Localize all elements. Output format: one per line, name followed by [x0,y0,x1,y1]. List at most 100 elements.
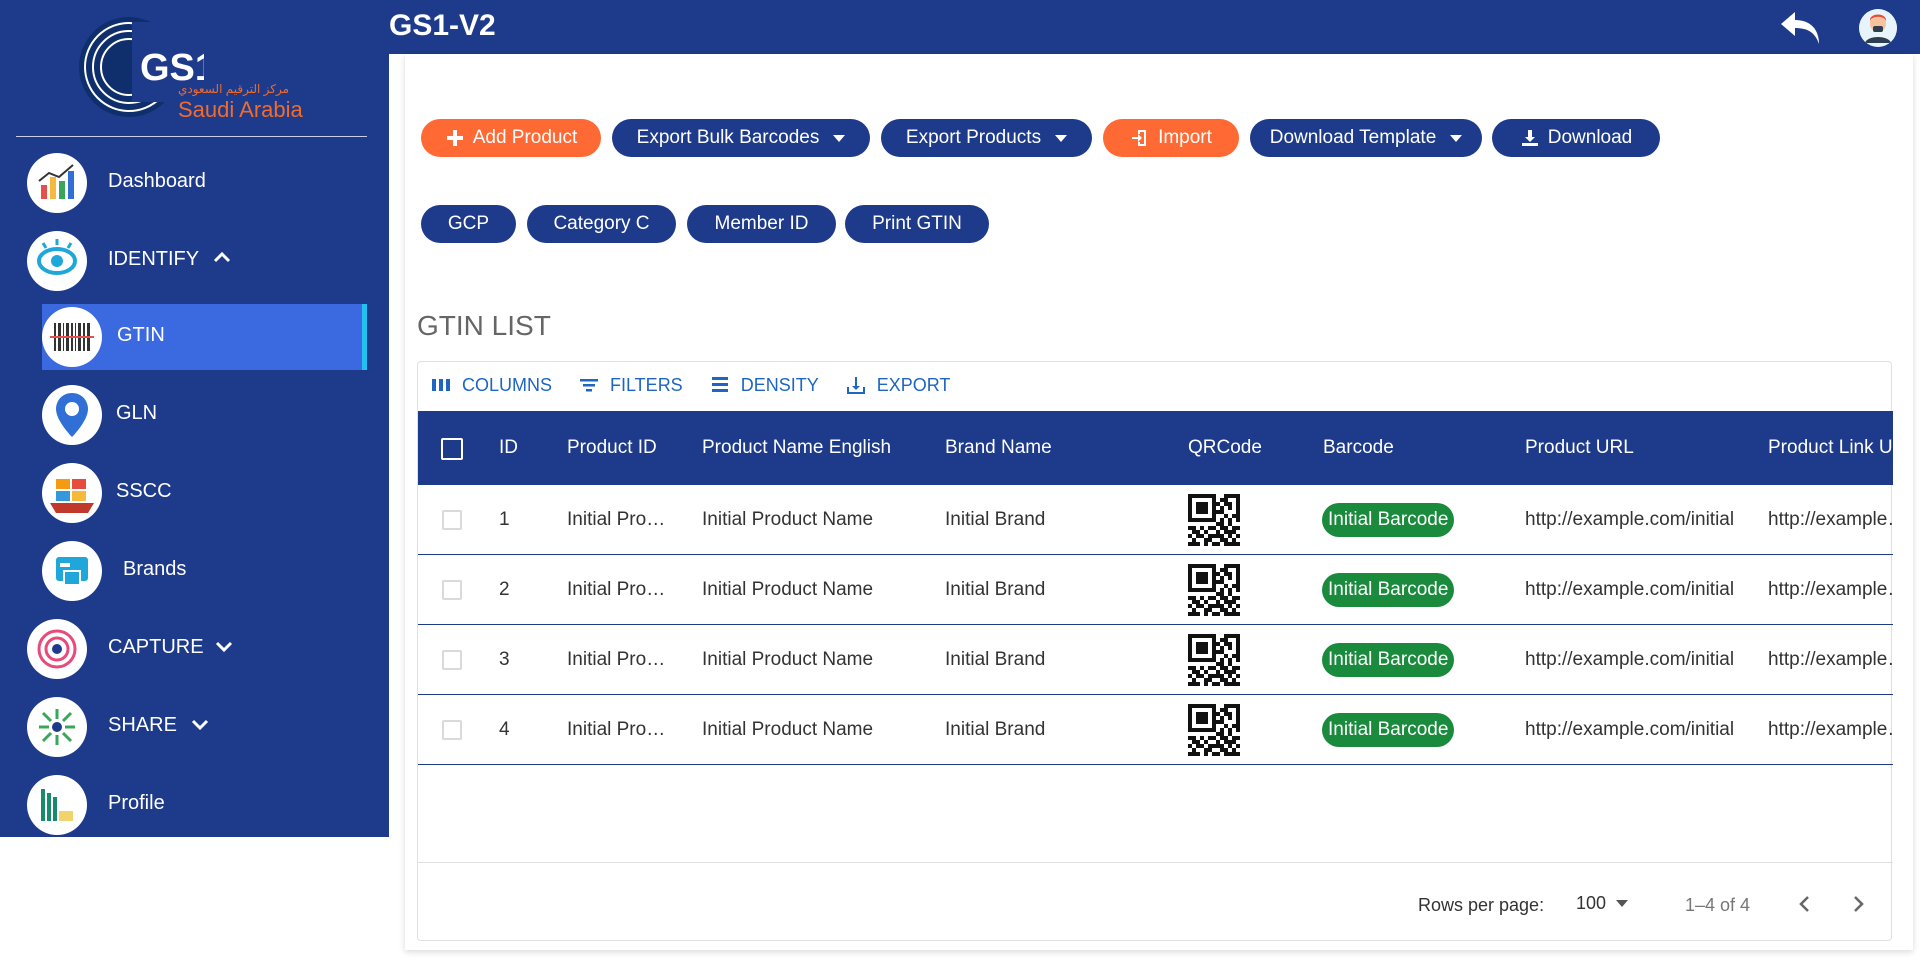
cell-product-link[interactable]: http://example… [1768,509,1893,531]
caret-down-icon [1450,134,1463,142]
barcode-badge[interactable]: Initial Barcode [1322,643,1455,677]
cell-brand-name: Initial Brand [945,719,1046,740]
cell-product-name: Initial Product Name [702,649,874,670]
sidebar-item-capture[interactable]: CAPTURE [0,616,389,682]
export-bulk-barcodes-button[interactable]: Export Bulk Barcodes [612,119,870,157]
export-button[interactable]: EXPORT [845,370,951,400]
rows-per-page-select[interactable]: 100 [1576,893,1629,914]
cell-product-id: Initial Pro… [567,649,666,670]
caret-down-icon [1616,900,1629,907]
barcode-badge[interactable]: Initial Barcode [1322,503,1455,537]
cell-product-link[interactable]: http://example… [1768,719,1893,741]
sidebar-item-profile[interactable]: Profile [0,772,389,838]
barcode-badge[interactable]: Initial Barcode [1322,573,1455,607]
cell-id: 3 [499,649,510,670]
columns-label: COLUMNS [462,374,553,395]
cell-product-url[interactable]: http://example.com/initial [1525,719,1734,741]
sidebar-item-identify[interactable]: IDENTIFY [0,228,389,294]
dashboard-chart-icon [27,153,87,213]
table-row[interactable]: 3 Initial Pro… Initial Product Name Initial… [418,625,1893,695]
row-checkbox[interactable] [442,510,462,530]
filter-icon [580,379,599,392]
filters-button[interactable]: FILTERS [578,370,683,400]
chevron-left-icon[interactable] [1793,892,1817,916]
column-header-qrcode[interactable]: QRCode [1188,437,1262,459]
sidebar-item-share[interactable]: SHARE [0,694,389,760]
location-pin-icon [42,385,102,445]
table-row[interactable]: 4 Initial Pro… Initial Product Name Initial… [418,695,1893,765]
avatar-icon [1859,9,1897,47]
top-app-bar: GS1-V2 [389,0,1920,54]
import-file-icon [1132,130,1147,146]
sidebar-item-gln[interactable]: GLN [0,382,389,448]
chevron-down-icon[interactable] [212,634,236,658]
cell-brand-name: Initial Brand [945,509,1046,530]
caret-down-icon [833,134,846,142]
row-checkbox[interactable] [442,650,462,670]
active-indicator [362,304,367,370]
cell-product-url[interactable]: http://example.com/initial [1525,579,1734,601]
column-header-product-id[interactable]: Product ID [567,437,657,459]
column-header-brand-name[interactable]: Brand Name [945,437,1052,459]
download-template-button[interactable]: Download Template [1250,119,1482,157]
sidebar-divider [16,136,367,137]
export-icon [846,377,865,394]
cell-product-id: Initial Pro… [567,509,666,530]
row-checkbox[interactable] [442,580,462,600]
member-id-filter-button[interactable]: Member ID [687,205,836,243]
sidebar-item-label: SSCC [116,480,172,502]
rows-per-page-label: Rows per page: [1418,895,1545,915]
column-header-product-url[interactable]: Product URL [1525,437,1634,459]
export-products-button[interactable]: Export Products [881,119,1092,157]
density-button[interactable]: DENSITY [709,370,819,400]
column-header-id[interactable]: ID [499,437,518,459]
import-button[interactable]: Import [1103,119,1239,157]
cell-product-link[interactable]: http://example… [1768,579,1893,601]
barcode-badge[interactable]: Initial Barcode [1322,713,1455,747]
barcode-icon [42,307,102,367]
user-avatar[interactable] [1859,9,1897,47]
cell-product-url[interactable]: http://example.com/initial [1525,649,1734,671]
app-title: GS1-V2 [389,9,496,42]
sidebar-item-gtin[interactable]: GTIN [0,304,389,370]
column-header-product-name[interactable]: Product Name English [702,437,891,459]
download-button[interactable]: Download [1492,119,1660,157]
column-header-product-link[interactable]: Product Link U [1768,437,1893,459]
qr-code-image [1188,634,1240,686]
column-header-barcode[interactable]: Barcode [1323,437,1394,459]
share-arrows-icon [27,697,87,757]
sidebar-item-sscc[interactable]: SSCC [0,460,389,526]
table-row[interactable]: 2 Initial Pro… Initial Product Name Initial… [418,555,1893,625]
gcp-label: GCP [447,213,490,234]
columns-button[interactable]: COLUMNS [430,370,552,400]
gs1-logo[interactable]: GS1 مركز الترقيم السعودي Saudi Arabia [74,12,314,122]
logo-arabic-name: مركز الترقيم السعودي [178,82,290,96]
add-product-button[interactable]: Add Product [421,119,601,157]
grid-footer: Rows per page: 100 1–4 of 4 [418,862,1893,942]
sidebar-item-label: Profile [108,792,165,814]
sidebar-item-brands[interactable]: Brands [0,538,389,604]
export-label: EXPORT [876,374,951,395]
row-checkbox[interactable] [442,720,462,740]
category-c-label: Category C [553,213,650,234]
gtin-list-title: GTIN LIST [417,310,551,341]
export-products-label: Export Products [905,127,1042,148]
cell-product-url[interactable]: http://example.com/initial [1525,509,1734,531]
chevron-down-icon[interactable] [188,712,212,736]
cell-product-link[interactable]: http://example… [1768,649,1893,671]
cell-id: 1 [499,509,510,530]
sidebar-item-dashboard[interactable]: Dashboard [0,150,389,216]
table-row[interactable]: 1 Initial Pro… Initial Product Name Initial… [418,485,1893,555]
sidebar-item-label: GLN [116,402,158,424]
category-c-filter-button[interactable]: Category C [527,205,676,243]
select-all-checkbox[interactable] [441,438,463,460]
sidebar-item-label: GTIN [117,324,165,346]
chevron-right-icon[interactable] [1846,892,1870,916]
member-id-label: Member ID [714,213,809,234]
qr-code-image [1188,494,1240,546]
print-gtin-button[interactable]: Print GTIN [845,205,989,243]
eye-icon [27,231,87,291]
back-arrow-icon[interactable] [1777,6,1823,48]
chevron-up-icon[interactable] [210,246,234,270]
gcp-filter-button[interactable]: GCP [421,205,516,243]
